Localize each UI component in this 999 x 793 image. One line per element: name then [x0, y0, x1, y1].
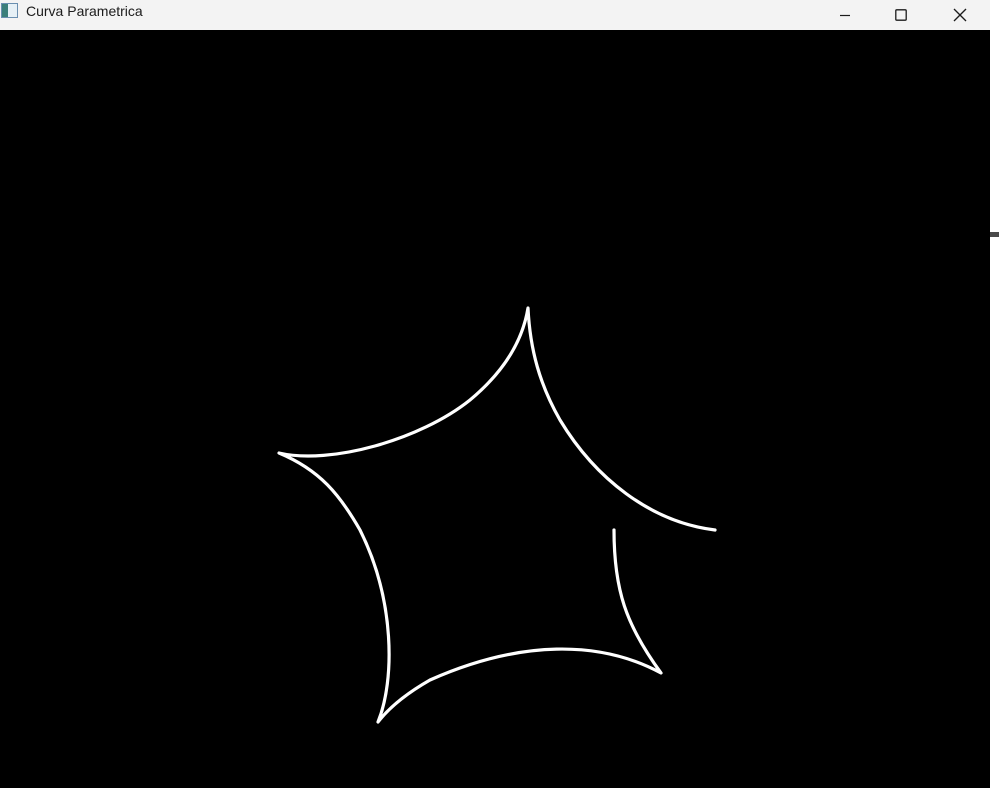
- close-icon: [953, 8, 967, 22]
- app-window-icon: [1, 3, 18, 18]
- minimize-icon: [840, 14, 850, 17]
- resize-handle[interactable]: [990, 232, 999, 237]
- minimize-button[interactable]: [822, 0, 868, 30]
- window-right-edge: [990, 0, 999, 788]
- parametric-curve-plot: [277, 306, 717, 724]
- parametric-curve: [277, 306, 717, 724]
- title-bar[interactable]: Curva Parametrica: [0, 0, 990, 30]
- app-window: Curva Parametrica: [0, 0, 990, 788]
- drawing-canvas[interactable]: [0, 30, 990, 788]
- window-title: Curva Parametrica: [26, 3, 143, 19]
- close-button[interactable]: [937, 0, 983, 30]
- maximize-button[interactable]: [878, 0, 924, 30]
- maximize-icon: [895, 9, 907, 21]
